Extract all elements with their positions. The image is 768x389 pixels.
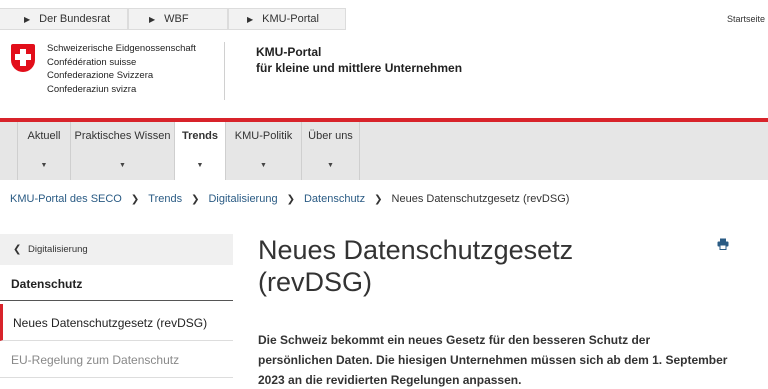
triangle-right-icon: ▶ [24,14,31,24]
triangle-right-icon: ▶ [247,14,254,24]
federal-breadcrumb: ▶ Der Bundesrat ▶ WBF ▶ KMU-Portal [0,8,346,30]
caret-down-icon: ▼ [196,162,204,169]
top-bar: ▶ Der Bundesrat ▶ WBF ▶ KMU-Portal Start… [0,0,768,36]
main-navigation: Aktuell ▼ Praktisches Wissen ▼ Trends ▼ … [0,118,768,180]
caret-down-icon: ▼ [327,162,334,169]
tab-kmu-politik[interactable]: KMU-Politik ▼ [225,122,301,180]
caret-down-icon: ▼ [40,162,48,169]
breadcrumb-link-datenschutz[interactable]: Datenschutz [304,193,365,205]
header-divider [224,42,225,100]
sidebar-heading[interactable]: Datenschutz [0,265,233,301]
breadcrumb: KMU-Portal des SECO ❯ Trends ❯ Digitalis… [10,193,569,205]
chevron-right-icon: ❯ [374,193,383,205]
tab-praktisches-wissen[interactable]: Praktisches Wissen ▼ [70,122,174,180]
sidebar-back-button[interactable]: ❮ Digitalisierung [0,234,233,265]
site-header: Schweizerische Eidgenossenschaft Confédé… [0,36,768,118]
chevron-left-icon: ❮ [13,244,22,255]
sidebar-item-eu-regelung[interactable]: EU-Regelung zum Datenschutz [0,341,233,378]
tab-aktuell[interactable]: Aktuell ▼ [17,122,70,180]
chevron-right-icon: ❯ [130,193,140,205]
tab-ueber-uns[interactable]: Über uns ▼ [301,122,360,180]
tab-trends[interactable]: Trends ▼ [174,122,225,180]
portal-title[interactable]: KMU-Portal für kleine und mittlere Unter… [256,44,462,76]
page-title: Neues Datenschutzgesetz (revDSG) [258,235,574,297]
federal-crumb-wbf[interactable]: ▶ WBF [128,8,228,30]
print-icon[interactable] [717,237,729,250]
swiss-cross-logo[interactable] [11,44,35,72]
lead-paragraph: Die Schweiz bekommt ein neues Gesetz für… [258,333,728,387]
caret-down-icon: ▼ [119,162,126,169]
confederation-names: Schweizerische Eidgenossenschaft Confédé… [47,43,196,95]
sidebar-item-revdsg[interactable]: Neues Datenschutzgesetz (revDSG) [0,304,233,341]
breadcrumb-current: Neues Datenschutzgesetz (revDSG) [391,193,570,205]
triangle-right-icon: ▶ [149,14,156,24]
startseite-link[interactable]: Startseite [727,14,765,24]
breadcrumb-link-digitalisierung[interactable]: Digitalisierung [208,193,277,205]
breadcrumb-link-kmu-portal[interactable]: KMU-Portal des SECO [10,193,122,205]
chevron-right-icon: ❯ [191,193,200,205]
chevron-right-icon: ❯ [286,193,295,205]
caret-down-icon: ▼ [260,162,267,169]
federal-crumb-kmu[interactable]: ▶ KMU-Portal [228,8,346,30]
federal-crumb-bundesrat[interactable]: ▶ Der Bundesrat [0,8,128,30]
breadcrumb-link-trends[interactable]: Trends [148,193,182,205]
